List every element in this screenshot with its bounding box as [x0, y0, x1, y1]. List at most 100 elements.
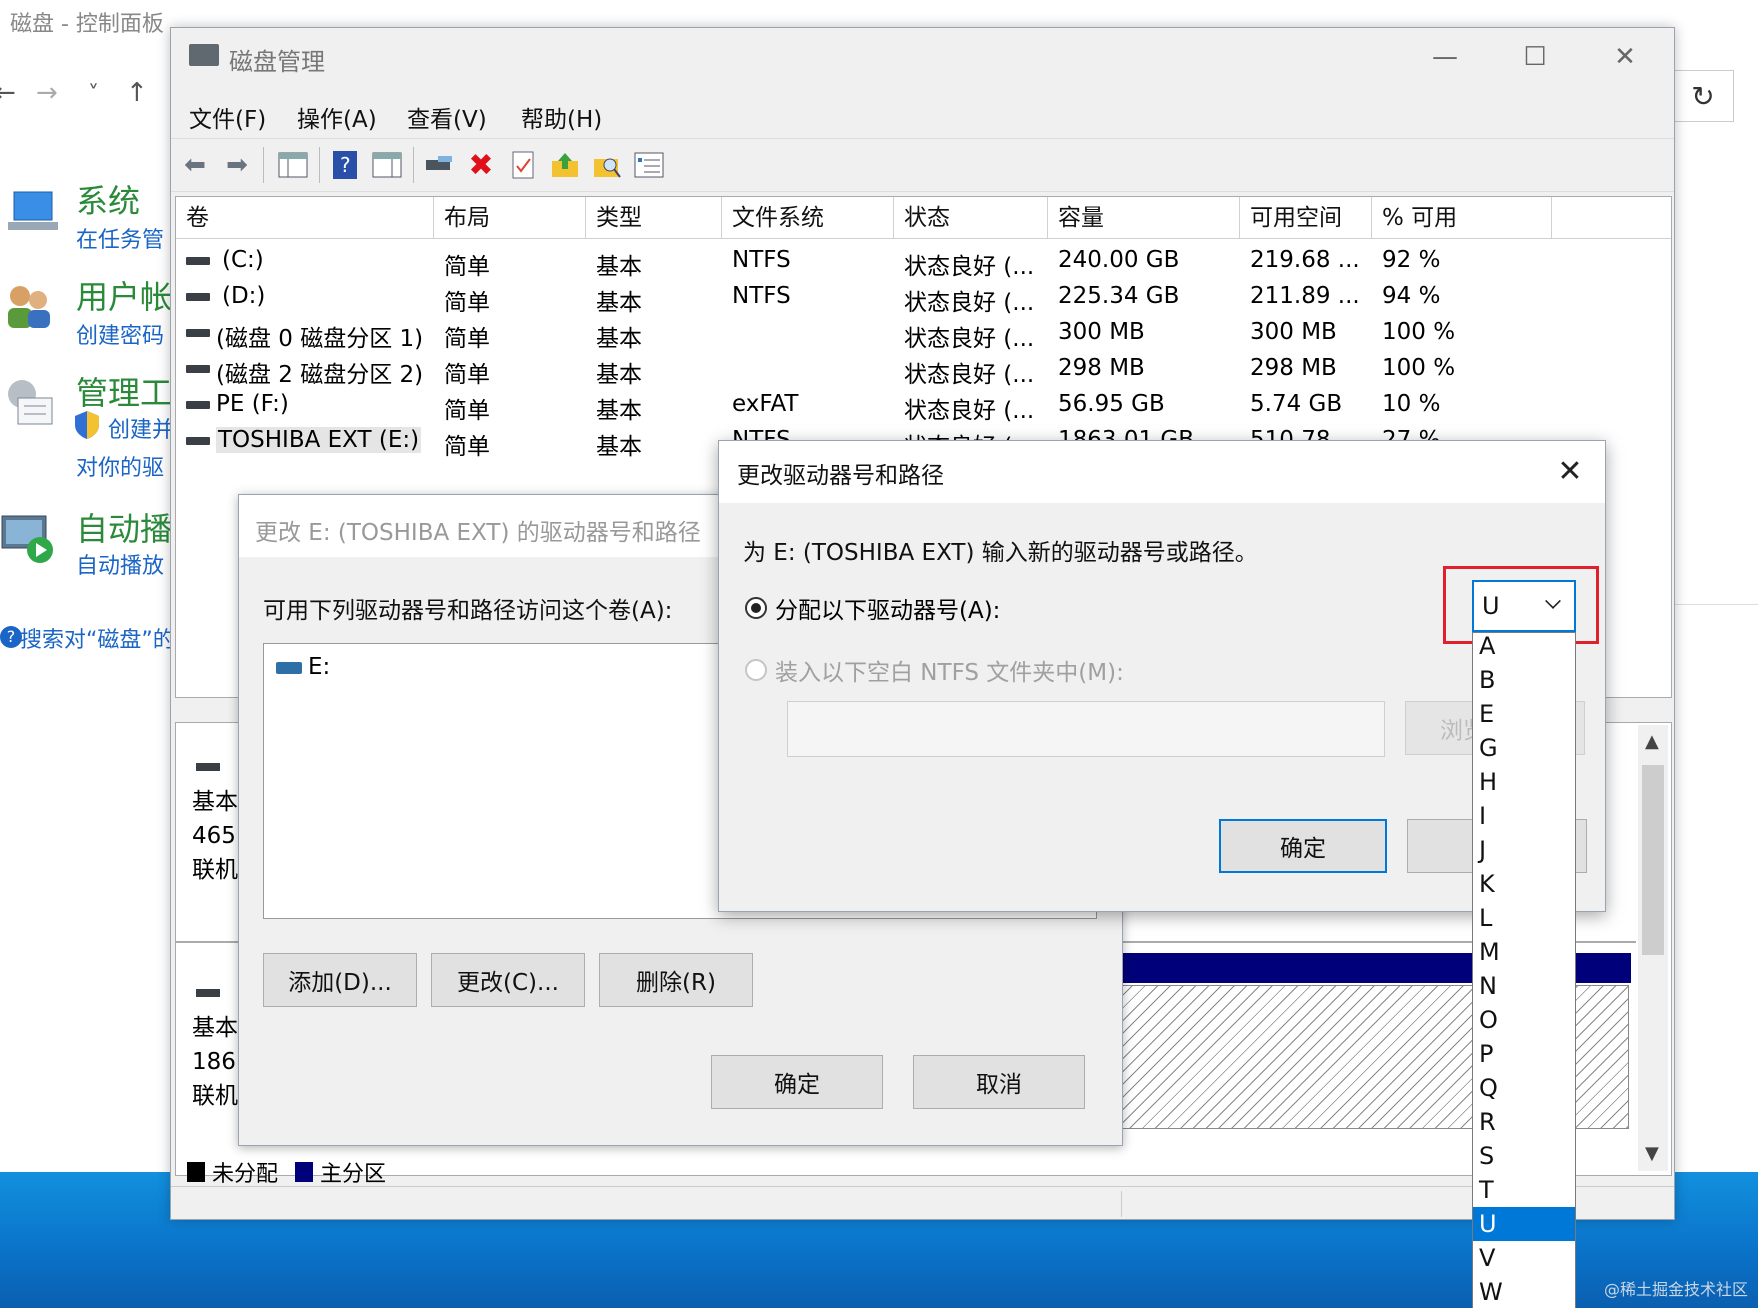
close-icon[interactable]: ✕	[1545, 449, 1595, 493]
scroll-down-icon[interactable]: ▼	[1645, 1143, 1659, 1164]
search-folder-icon[interactable]	[589, 149, 625, 181]
assign-letter-label[interactable]: 分配以下驱动器号(A):	[775, 591, 1000, 625]
mount-folder-label[interactable]: 装入以下空白 NTFS 文件夹中(M):	[775, 653, 1124, 687]
properties-pane-icon[interactable]	[369, 149, 405, 181]
cell-percent-free: 94 %	[1382, 283, 1441, 309]
search-disk-link[interactable]: 搜索对“磁盘”的	[20, 622, 175, 654]
change-button[interactable]: 更改(C)...	[431, 953, 585, 1007]
cell-layout: 简单	[444, 326, 490, 352]
cancel-button[interactable]: 取消	[913, 1055, 1085, 1109]
drive-letter-dropdown[interactable]: A B E G H I J K L M N O P Q R S T U V W	[1472, 632, 1576, 1308]
cell-volume: TOSHIBA EXT (E:)	[216, 427, 422, 453]
dropdown-option-v[interactable]: V	[1473, 1241, 1575, 1275]
path-entry[interactable]: E:	[308, 654, 330, 680]
maximize-button[interactable]: ☐	[1495, 34, 1575, 80]
show-hide-tree-icon[interactable]	[275, 149, 311, 181]
dropdown-option-p[interactable]: P	[1473, 1037, 1575, 1071]
dropdown-option-e[interactable]: E	[1473, 697, 1575, 731]
delete-icon[interactable]: ✖	[463, 148, 499, 183]
watermark: @稀土掘金技术社区	[1603, 1280, 1748, 1299]
disk-2-status: 联机	[192, 1083, 238, 1109]
up-icon[interactable]: ↑	[126, 78, 148, 108]
minimize-button[interactable]: —	[1405, 34, 1485, 80]
dropdown-option-w[interactable]: W	[1473, 1275, 1575, 1308]
table-row[interactable]: (C:) 简单 基本 NTFS 状态良好 (... 240.00 GB 219.…	[176, 243, 1671, 280]
menu-help[interactable]: 帮助(H)	[521, 100, 602, 134]
dropdown-option-r[interactable]: R	[1473, 1105, 1575, 1139]
column-header-filesystem[interactable]: 文件系统	[722, 197, 894, 239]
export-folder-icon[interactable]	[547, 149, 583, 181]
cell-volume: (磁盘 2 磁盘分区 2)	[216, 362, 424, 388]
cp-item-system-sub[interactable]: 在任务管	[76, 222, 164, 254]
column-header-volume[interactable]: 卷	[176, 197, 434, 239]
refresh-button[interactable]: ↻	[1672, 70, 1734, 122]
cp-item-admin-sub[interactable]: 创建并	[108, 412, 174, 444]
menu-action[interactable]: 操作(A)	[297, 100, 377, 134]
column-header-percent-free[interactable]: % 可用	[1372, 197, 1552, 239]
vertical-scrollbar[interactable]: ▲ ▼	[1638, 725, 1668, 1171]
dropdown-option-t[interactable]: T	[1473, 1173, 1575, 1207]
column-header-capacity[interactable]: 容量	[1048, 197, 1240, 239]
dropdown-option-u-selected[interactable]: U	[1473, 1207, 1575, 1241]
table-row[interactable]: (磁盘 2 磁盘分区 2) 简单 基本 状态良好 (... 298 MB 298…	[176, 351, 1671, 388]
menu-file[interactable]: 文件(F)	[189, 100, 266, 134]
dropdown-option-b[interactable]: B	[1473, 663, 1575, 697]
dropdown-option-j[interactable]: J	[1473, 833, 1575, 867]
cp-item-autoplay-title[interactable]: 自动播	[76, 504, 172, 550]
cell-layout: 简单	[444, 434, 490, 460]
table-row[interactable]: (D:) 简单 基本 NTFS 状态良好 (... 225.34 GB 211.…	[176, 279, 1671, 316]
column-header-type[interactable]: 类型	[586, 197, 722, 239]
forward-icon[interactable]: →	[36, 78, 58, 108]
recent-dropdown-icon[interactable]: ˅	[88, 82, 99, 107]
cp-item-admin-sub2[interactable]: 对你的驱	[76, 450, 164, 482]
cp-item-autoplay-sub[interactable]: 自动播放	[76, 548, 164, 580]
dropdown-option-g[interactable]: G	[1473, 731, 1575, 765]
column-header-layout[interactable]: 布局	[434, 197, 586, 239]
scroll-up-icon[interactable]: ▲	[1645, 731, 1659, 752]
cell-filesystem: exFAT	[732, 391, 799, 417]
cp-item-admin-title[interactable]: 管理工	[76, 368, 172, 414]
dialog-title: 更改 E: (TOSHIBA EXT) 的驱动器号和路径	[255, 520, 701, 546]
folder-path-input[interactable]	[787, 701, 1385, 757]
dropdown-option-i[interactable]: I	[1473, 799, 1575, 833]
legend-label-unallocated: 未分配	[212, 1162, 279, 1187]
back-arrow-icon[interactable]: ⬅	[177, 149, 213, 181]
dropdown-option-o[interactable]: O	[1473, 1003, 1575, 1037]
check-properties-icon[interactable]	[505, 149, 541, 181]
list-view-icon[interactable]	[631, 149, 667, 181]
dropdown-option-k[interactable]: K	[1473, 867, 1575, 901]
table-row[interactable]: (磁盘 0 磁盘分区 1) 简单 基本 状态良好 (... 300 MB 300…	[176, 315, 1671, 352]
users-icon	[2, 280, 54, 332]
cp-item-users-title[interactable]: 用户帐	[76, 272, 172, 318]
dropdown-option-s[interactable]: S	[1473, 1139, 1575, 1173]
dropdown-option-h[interactable]: H	[1473, 765, 1575, 799]
status-bar	[171, 1186, 1674, 1219]
ok-button[interactable]: 确定	[711, 1055, 883, 1109]
help-book-icon[interactable]: ?	[327, 149, 363, 181]
dropdown-option-l[interactable]: L	[1473, 901, 1575, 935]
dropdown-option-q[interactable]: Q	[1473, 1071, 1575, 1105]
dropdown-option-m[interactable]: M	[1473, 935, 1575, 969]
dropdown-option-n[interactable]: N	[1473, 969, 1575, 1003]
cell-free-space: 300 MB	[1250, 319, 1337, 345]
dropdown-option-a[interactable]: A	[1473, 633, 1575, 663]
scrollbar-thumb[interactable]	[1642, 765, 1664, 955]
add-button[interactable]: 添加(D)...	[263, 953, 417, 1007]
connect-drive-icon[interactable]	[421, 149, 457, 181]
column-header-free-space[interactable]: 可用空间	[1240, 197, 1372, 239]
table-row[interactable]: PE (F:) 简单 基本 exFAT 状态良好 (... 56.95 GB 5…	[176, 387, 1671, 424]
forward-arrow-icon[interactable]: ➡	[219, 149, 255, 181]
disk-management-app-icon	[189, 44, 219, 66]
close-window-button[interactable]: ✕	[1585, 34, 1665, 80]
column-header-status[interactable]: 状态	[894, 197, 1048, 239]
back-icon[interactable]: ←	[0, 78, 16, 108]
mount-folder-radio[interactable]	[745, 659, 767, 681]
menu-view[interactable]: 查看(V)	[407, 100, 487, 134]
cp-item-system-title[interactable]: 系统	[76, 176, 140, 222]
divider	[1672, 604, 1758, 605]
cp-item-users-sub[interactable]: 创建密码	[76, 318, 164, 350]
ok-button[interactable]: 确定	[1219, 819, 1387, 873]
assign-letter-radio[interactable]	[745, 597, 767, 619]
remove-button[interactable]: 删除(R)	[599, 953, 753, 1007]
cell-percent-free: 92 %	[1382, 247, 1441, 273]
